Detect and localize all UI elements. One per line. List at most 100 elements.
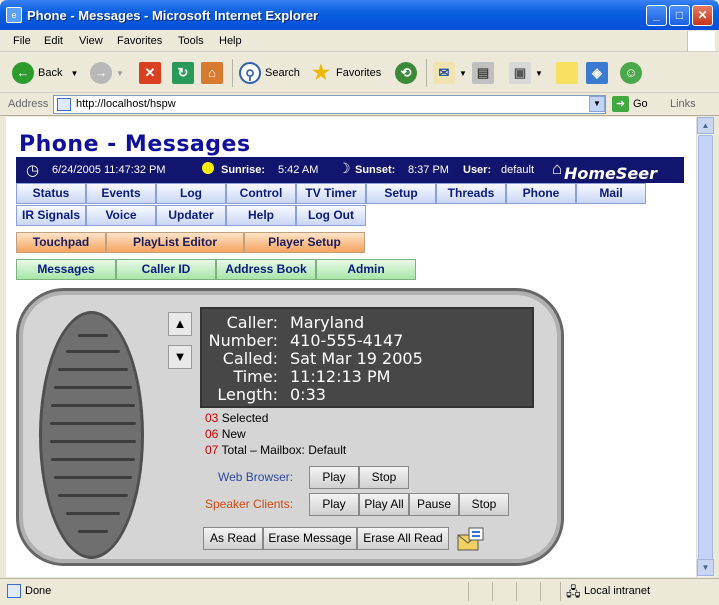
nav-mail[interactable]: Mail (576, 183, 646, 204)
total-count: 07 Total – Mailbox: Default (205, 443, 346, 457)
erase-all-read-button[interactable]: Erase All Read (357, 527, 449, 550)
nav-status[interactable]: Status (16, 183, 86, 204)
nav-ir-signals[interactable]: IR Signals (16, 205, 86, 226)
web-stop-button[interactable]: Stop (359, 466, 409, 489)
status-text: Done (25, 585, 52, 597)
speaker-slot (58, 494, 128, 497)
scrollbar-thumb[interactable] (698, 135, 713, 575)
nav-caller-id[interactable]: Caller ID (116, 259, 216, 280)
minimize-button[interactable]: _ (646, 5, 667, 26)
nav-log-out[interactable]: Log Out (296, 205, 366, 226)
speaker-play-all-button[interactable]: Play All (359, 493, 409, 516)
status-divider (516, 582, 517, 601)
research-icon: ◈ (586, 62, 608, 84)
back-label: Back (38, 67, 63, 79)
back-dropdown-icon[interactable]: ▼ (70, 69, 78, 78)
speaker-slot (66, 512, 120, 515)
speaker-pause-button[interactable]: Pause (409, 493, 459, 516)
nav-voice[interactable]: Voice (86, 205, 156, 226)
speaker-play-button[interactable]: Play (309, 493, 359, 516)
sunset-time: 8:37 PM (408, 164, 449, 176)
nav-admin[interactable]: Admin (316, 259, 416, 280)
search-label: Search (265, 67, 300, 79)
close-button[interactable]: ✕ (692, 5, 713, 26)
history-button[interactable]: ⟲ (395, 59, 421, 87)
nav-playlist-editor[interactable]: PlayList Editor (106, 232, 244, 253)
web-browser-label: Web Browser: (218, 470, 294, 484)
edit-button[interactable]: ▣ ▼ (509, 59, 543, 87)
mark-as-read-button[interactable]: As Read (203, 527, 263, 550)
menu-view[interactable]: View (79, 35, 103, 47)
speaker-slot (58, 368, 128, 371)
home-button[interactable]: ⌂ (201, 59, 227, 87)
nav-phone[interactable]: Phone (506, 183, 576, 204)
erase-message-button[interactable]: Erase Message (263, 527, 357, 550)
sun-icon (202, 162, 214, 174)
mailbox-icon[interactable] (455, 525, 487, 553)
nav-touchpad[interactable]: Touchpad (16, 232, 106, 253)
links-label[interactable]: Links (670, 98, 696, 110)
page-title: Phone - Messages (19, 132, 251, 157)
search-button[interactable]: ⚲ Search (239, 59, 300, 87)
scroll-up-arrow-icon[interactable]: ▲ (697, 117, 714, 134)
ie-icon: e (6, 7, 22, 23)
nav-events[interactable]: Events (86, 183, 156, 204)
total-number: 07 (205, 443, 219, 457)
web-play-button[interactable]: Play (309, 466, 359, 489)
status-divider (540, 582, 541, 601)
speaker-clients-label: Speaker Clients: (205, 497, 294, 511)
messenger-icon: ☺ (620, 62, 642, 84)
nav-threads[interactable]: Threads (436, 183, 506, 204)
edit-dropdown-icon[interactable]: ▼ (535, 69, 543, 78)
print-button[interactable]: ▤ (472, 59, 498, 87)
forward-dropdown-icon: ▼ (116, 68, 124, 78)
sunrise-label: Sunrise: (221, 164, 266, 176)
menu-tools[interactable]: Tools (178, 35, 204, 47)
back-button[interactable]: ← Back ▼ (12, 59, 78, 87)
speaker-slot (50, 422, 136, 425)
intranet-icon: 🖧 (566, 584, 581, 599)
nav-player-setup[interactable]: Player Setup (244, 232, 365, 253)
go-button[interactable]: ➜ Go (612, 96, 648, 112)
forward-arrow-icon: → (90, 62, 112, 84)
stop-icon: ✕ (139, 62, 161, 84)
messenger-button[interactable]: ☺ (620, 59, 646, 87)
menu-file[interactable]: File (13, 35, 31, 47)
mail-dropdown-icon[interactable]: ▼ (459, 69, 467, 78)
user-label: User: (463, 164, 492, 176)
moon-icon: ☽ (338, 160, 351, 176)
sunrise-time: 5:42 AM (278, 164, 319, 176)
answering-machine-panel: ▲ ▼ Caller: Maryland Number: 410-555-414… (16, 288, 564, 566)
discuss-button[interactable] (556, 59, 582, 87)
nav-messages[interactable]: Messages (16, 259, 116, 280)
speaker-slot (54, 386, 132, 389)
called-label: Called: (222, 349, 278, 368)
nav-control[interactable]: Control (226, 183, 296, 204)
nav-log[interactable]: Log (156, 183, 226, 204)
homeseer-house-icon: ⌂ (552, 159, 563, 178)
scroll-down-button[interactable]: ▼ (168, 345, 192, 369)
user-name: default (501, 164, 535, 176)
scroll-down-arrow-icon[interactable]: ▼ (697, 559, 714, 576)
research-button[interactable]: ◈ (586, 59, 612, 87)
address-dropdown-icon[interactable]: ▼ (589, 96, 605, 112)
menu-help[interactable]: Help (219, 35, 242, 47)
scroll-up-button[interactable]: ▲ (168, 312, 192, 336)
maximize-button[interactable]: □ (669, 5, 690, 26)
nav-help[interactable]: Help (226, 205, 296, 226)
favorites-button[interactable]: ★ Favorites (310, 59, 381, 87)
mail-button[interactable]: ✉ ▼ (433, 59, 467, 87)
menu-favorites[interactable]: Favorites (117, 35, 162, 47)
refresh-button[interactable]: ↻ (172, 59, 198, 87)
speaker-stop-button[interactable]: Stop (459, 493, 509, 516)
nav-updater[interactable]: Updater (156, 205, 226, 226)
nav-tv-timer[interactable]: TV Timer (296, 183, 366, 204)
nav-address-book[interactable]: Address Book (216, 259, 316, 280)
menu-edit[interactable]: Edit (44, 35, 63, 47)
speaker-grille (39, 311, 144, 559)
vertical-scrollbar[interactable]: ▲ ▼ (696, 117, 714, 577)
forward-button[interactable]: → ▼ (90, 59, 124, 87)
nav-setup[interactable]: Setup (366, 183, 436, 204)
address-input[interactable]: http://localhost/hspw (53, 95, 606, 114)
stop-button[interactable]: ✕ (139, 59, 165, 87)
